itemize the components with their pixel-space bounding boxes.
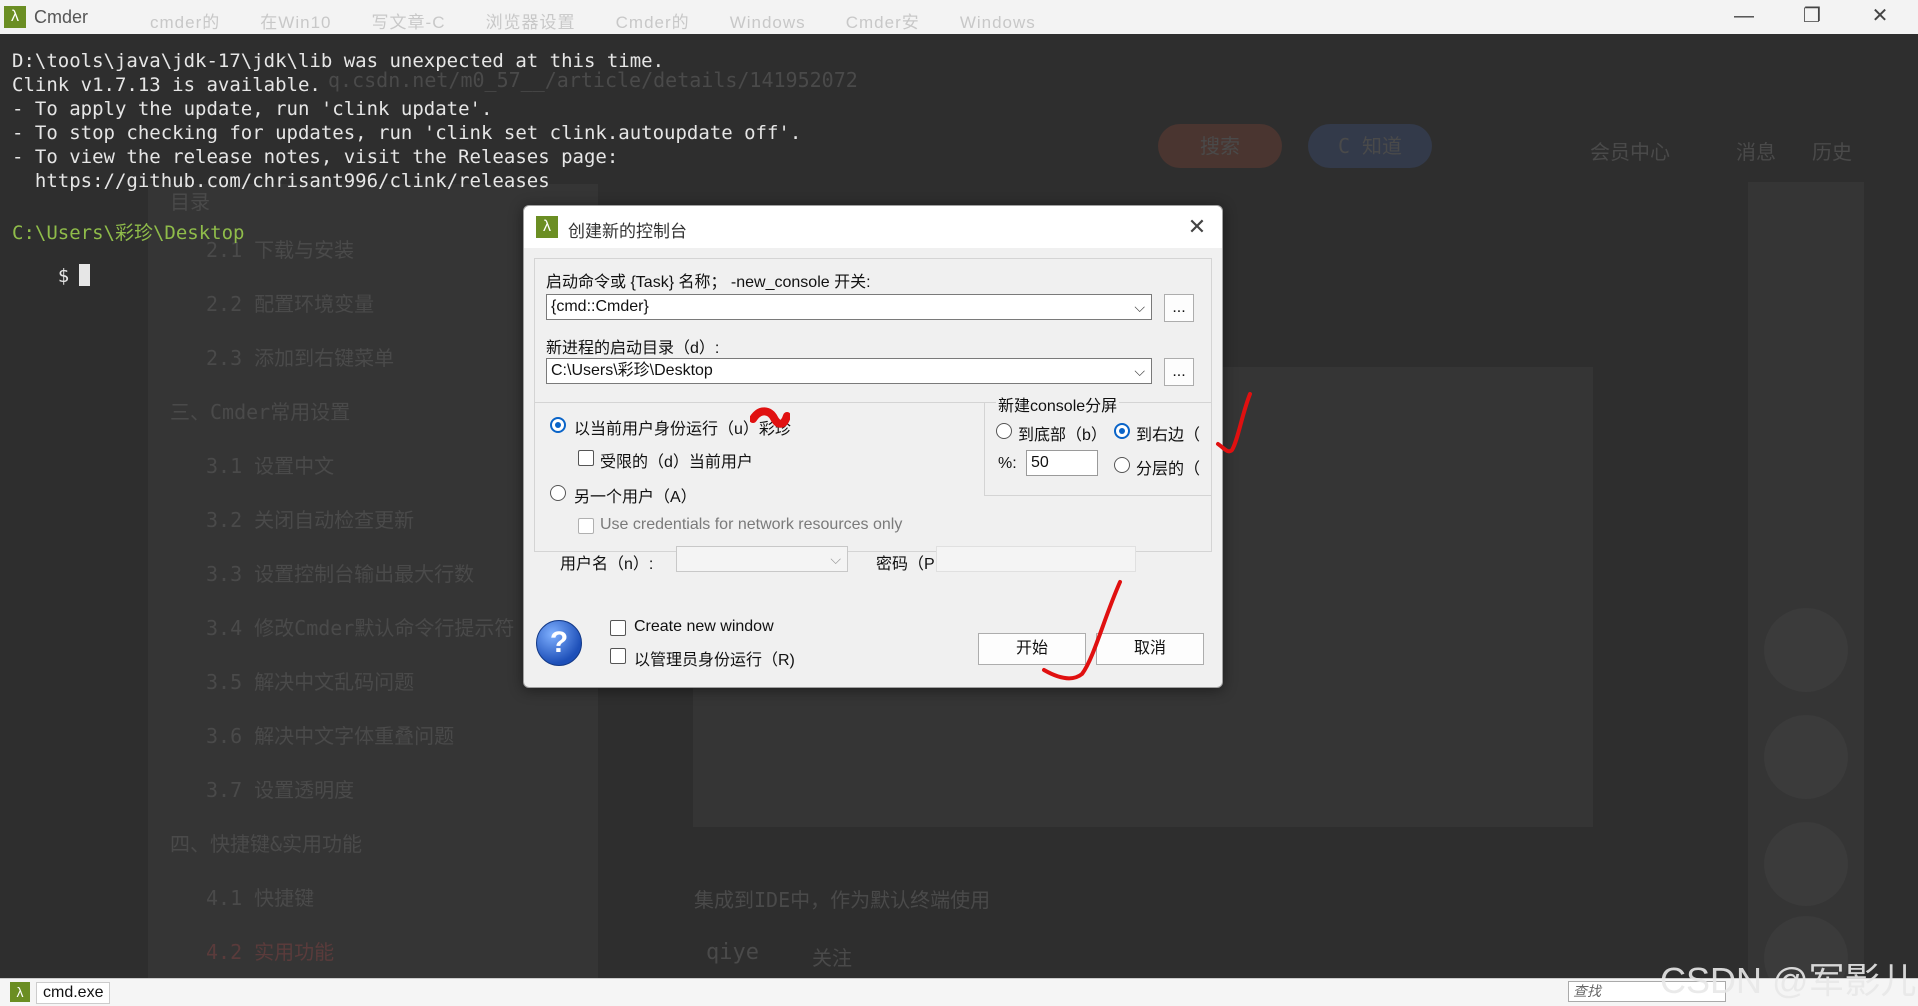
background-toc-item: 3.1 设置中文 [206,454,335,478]
background-toc-item: 4.1 快捷键 [206,886,315,910]
background-toc-item: 3.5 解决中文乱码问题 [206,670,415,694]
background-toc-item: 2.2 配置环境变量 [206,292,375,316]
redaction-scribble [750,407,790,428]
terminal-line: Clink v1.7.13 is available. [12,74,321,96]
command-browse-button[interactable]: ... [1164,294,1194,322]
window-titlebar: λ Cmder cmder的 在Win10 写文章-C 浏览器设置 Cmder的… [0,0,1918,34]
background-toc-item: 3.4 修改Cmder默认命令行提示符 [206,616,515,640]
run-as-admin-checkbox[interactable] [610,648,626,664]
terminal-line: https://github.com/chrisant996/clink/rel… [12,170,550,192]
chevron-down-icon: ⌵ [1134,363,1145,379]
terminal-input-line[interactable]: $ [12,242,91,309]
command-combo[interactable]: {cmd::Cmder} ⌵ [546,294,1152,320]
new-console-dialog: λ 创建新的控制台 ✕ 启动命令或 {Task} 名称； -new_consol… [523,205,1252,688]
split-layered-radio[interactable] [1114,457,1130,473]
startup-dir-value: C:\Users\彩珍\Desktop [551,362,713,379]
checkmark-annotation [1216,392,1252,454]
background-toc-item: 2.3 添加到右键菜单 [206,346,395,370]
split-bottom-label: 到底部（b） [1018,427,1107,444]
terminal-line: - To apply the update, run 'clink update… [12,98,493,120]
background-toc-item: 3.7 设置透明度 [206,778,355,802]
split-right-radio[interactable] [1114,423,1130,439]
password-label: 密码（P [876,556,935,573]
run-as-admin-label: 以管理员身份运行（R) [634,652,795,669]
use-credentials-label: Use credentials for network resources on… [600,516,903,533]
dialog-titlebar: λ 创建新的控制台 ✕ [524,206,1222,248]
password-field[interactable] [936,546,1136,572]
startup-dir-browse-button[interactable]: ... [1164,358,1194,386]
close-window-button[interactable]: ✕ [1846,0,1914,34]
watermark: CSDN @军影儿 [1660,960,1917,1001]
background-toc-item: 三、Cmder常用设置 [170,400,351,424]
console-tab[interactable]: cmd.exe [36,982,111,1004]
question-icon: ? [536,620,582,666]
percent-label: %: [998,455,1017,472]
checkmark-annotation [1042,580,1122,681]
lambda-icon: λ [10,982,30,1002]
maximize-button[interactable]: ❐ [1778,0,1846,34]
dialog-close-button[interactable]: ✕ [1182,212,1212,242]
another-user-label: 另一个用户（A） [574,489,697,506]
background-follow: 关注 [812,946,852,970]
split-group-label: 新建console分屏 [996,392,1120,416]
dialog-title: 创建新的控制台 [568,222,687,241]
background-chat-icon [1764,822,1848,906]
use-credentials-checkbox[interactable] [578,518,594,534]
command-value: {cmd::Cmder} [551,298,649,315]
background-zhidao-button: C 知道 [1308,124,1432,168]
restricted-label: 受限的（d）当前用户 [600,454,753,471]
background-nav-messages: 消息 [1736,140,1776,164]
split-group [984,402,1212,496]
status-bar: λ cmd.exe 查找 [0,978,1918,1006]
background-nav-member: 会员中心 [1590,140,1670,164]
startup-dir-combo[interactable]: C:\Users\彩珍\Desktop ⌵ [546,358,1152,384]
minimize-button[interactable]: — [1710,0,1778,34]
terminal-line: - To stop checking for updates, run 'cli… [12,122,802,144]
create-new-window-label: Create new window [634,618,774,635]
split-right-label: 到右边（ [1136,427,1201,444]
background-browser-tabs: cmder的 在Win10 写文章-C 浏览器设置 Cmder的 Windows… [150,13,1036,32]
background-toc-item: 3.6 解决中文字体重叠问题 [206,724,455,748]
background-search-button: 搜索 [1158,124,1282,168]
background-author: qiye [706,940,759,965]
startup-dir-label: 新进程的启动目录（d）: [546,340,720,357]
lambda-icon: λ [536,216,558,238]
another-user-radio[interactable] [550,485,566,501]
text-cursor [79,264,91,286]
background-toc-item: 3.2 关闭自动检查更新 [206,508,415,532]
username-combo[interactable]: ⌵ [676,546,848,572]
background-toc-item: 四、快捷键&实用功能 [170,832,363,856]
terminal-line: - To view the release notes, visit the R… [12,146,619,168]
chevron-down-icon: ⌵ [1134,299,1145,315]
background-nav-history: 历史 [1812,140,1852,164]
command-label: 启动命令或 {Task} 名称； -new_console 开关: [546,274,871,291]
create-new-window-checkbox[interactable] [610,620,626,636]
lambda-icon: λ [4,6,26,28]
background-phone-icon [1764,715,1848,799]
terminal-prompt-path: C:\Users\彩珍\Desktop [12,222,245,244]
background-bullet-text: 集成到IDE中，作为默认终端使用 [694,888,991,912]
run-as-current-radio[interactable] [550,417,566,433]
username-label: 用户名（n）: [560,556,654,573]
prompt-symbol: $ [57,265,70,287]
terminal-line: D:\tools\java\jdk-17\jdk\lib was unexpec… [12,50,665,72]
window-title: Cmder [34,7,89,27]
chevron-down-icon: ⌵ [830,551,841,567]
split-layered-label: 分层的（ [1136,461,1201,478]
background-fullscreen-icon [1764,608,1848,692]
split-bottom-radio[interactable] [996,423,1012,439]
background-toc-item: 4.2 实用功能 [206,940,335,964]
restricted-checkbox[interactable] [578,450,594,466]
percent-input[interactable]: 50 [1026,450,1098,476]
background-toc-item: 3.3 设置控制台输出最大行数 [206,562,475,586]
